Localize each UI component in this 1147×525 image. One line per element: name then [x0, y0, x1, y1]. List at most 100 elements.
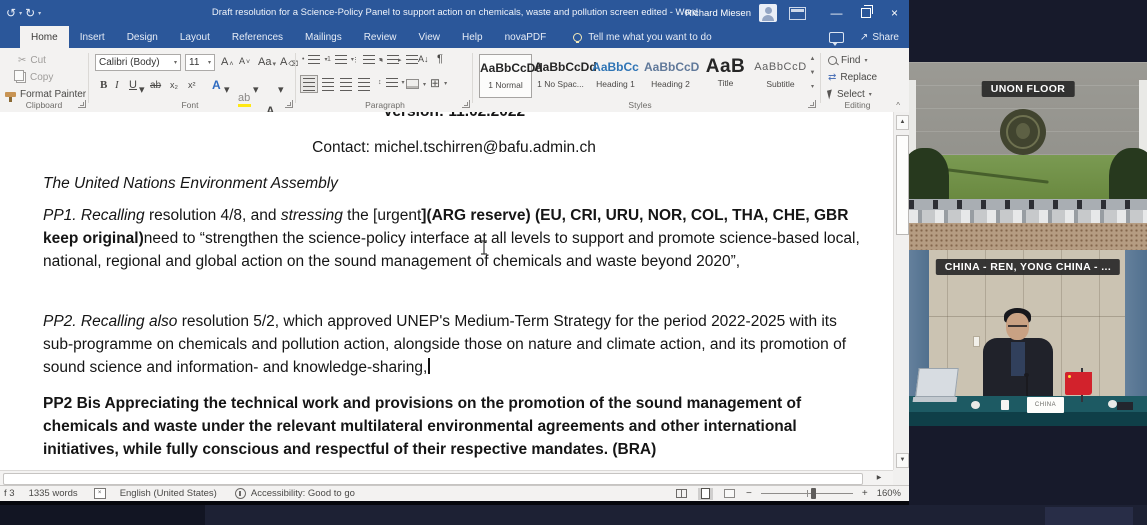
zoom-level[interactable]: 160%	[877, 488, 901, 499]
show-marks-button[interactable]: ¶	[437, 53, 443, 65]
copy-button[interactable]: Copy	[16, 72, 53, 83]
zoom-slider[interactable]	[761, 493, 853, 494]
zoom-slider-thumb[interactable]	[811, 488, 816, 499]
align-left-button[interactable]	[301, 76, 317, 92]
vertical-scrollbar[interactable]: ▲ ▼	[893, 112, 909, 470]
undo-icon[interactable]: ↺	[6, 6, 16, 20]
numbering-button[interactable]: 1▾	[327, 55, 354, 64]
print-layout-button[interactable]	[698, 488, 713, 500]
sort-button[interactable]: A↓	[418, 54, 429, 64]
ribbon-display-options-icon[interactable]	[789, 7, 806, 20]
font-size-select[interactable]: 11▾	[185, 54, 215, 71]
close-button[interactable]: ×	[880, 0, 909, 26]
tab-design[interactable]: Design	[116, 26, 169, 48]
styles-dialog-launcher-icon[interactable]	[808, 100, 816, 108]
line-spacing-button[interactable]: ↕▾	[378, 78, 405, 87]
word-count[interactable]: 1335 words	[29, 488, 78, 499]
tab-view[interactable]: View	[408, 26, 452, 48]
scroll-right-icon[interactable]: ▶	[872, 473, 886, 483]
style-subtitle[interactable]: AaBbCcD Subtitle	[754, 54, 807, 98]
tab-novapdf[interactable]: novaPDF	[494, 26, 558, 48]
undo-dropdown-icon[interactable]: ▾	[19, 10, 22, 17]
multilevel-list-button[interactable]: ⋮▾	[352, 55, 382, 64]
format-painter-button[interactable]: Format Painter	[5, 89, 86, 100]
glasses-icon	[1008, 325, 1027, 327]
page-indicator[interactable]: f 3	[4, 488, 15, 499]
decrease-indent-button[interactable]: ◂	[379, 55, 399, 64]
justify-button[interactable]	[358, 78, 370, 91]
tab-references[interactable]: References	[221, 26, 294, 48]
grow-font-button[interactable]: A˄	[221, 56, 233, 68]
font-color-dropdown-icon[interactable]: ▾	[278, 83, 284, 96]
superscript-button[interactable]: x²	[188, 80, 196, 90]
restore-button[interactable]	[851, 0, 880, 26]
increase-indent-button[interactable]: ▸	[398, 55, 418, 64]
subscript-button[interactable]: x₂	[170, 80, 178, 90]
proofing-icon[interactable]: ×	[94, 488, 106, 499]
tab-home[interactable]: Home	[20, 26, 69, 48]
strikethrough-button[interactable]: ab	[150, 80, 161, 91]
find-button[interactable]: Find▾	[828, 55, 867, 66]
share-icon: ↗	[860, 32, 868, 43]
minimize-button[interactable]: —	[822, 0, 851, 26]
wall-screen-right	[1139, 80, 1147, 155]
align-center-button[interactable]	[322, 78, 334, 91]
styles-gallery-more-icon[interactable]: ▾	[806, 83, 819, 92]
zoom-out-button[interactable]: −	[746, 488, 752, 499]
web-layout-button[interactable]	[722, 488, 737, 500]
shrink-font-button[interactable]: A˅	[239, 56, 250, 66]
collapse-ribbon-icon[interactable]: ^	[896, 101, 900, 110]
replace-button[interactable]: ⇄ Replace	[828, 72, 877, 83]
clipboard-dialog-launcher-icon[interactable]	[78, 100, 86, 108]
style-no-spacing[interactable]: AaBbCcDd 1 No Spac...	[534, 54, 587, 98]
horizontal-scroll-thumb[interactable]	[3, 473, 863, 485]
styles-gallery-down-icon[interactable]: ▼	[806, 69, 819, 78]
styles-gallery-up-icon[interactable]: ▲	[806, 55, 819, 64]
account-name[interactable]: Richard Miesen	[685, 8, 751, 19]
vertical-scroll-thumb[interactable]	[896, 135, 909, 235]
underline-button[interactable]: U	[129, 79, 137, 91]
style-title[interactable]: AaB Title	[699, 54, 752, 98]
scroll-up-icon[interactable]: ▲	[896, 115, 909, 130]
style-normal[interactable]: AaBbCcDd 1 Normal	[479, 54, 532, 98]
document-page[interactable]: Version: 11.02.2022 Contact: michel.tsch…	[0, 112, 893, 470]
horizontal-scrollbar[interactable]: ▶	[0, 470, 909, 485]
font-name-select[interactable]: Calibri (Body)▾	[95, 54, 181, 71]
italic-button[interactable]: I	[115, 79, 119, 91]
read-mode-button[interactable]	[674, 488, 689, 500]
scroll-down-icon[interactable]: ▼	[896, 453, 909, 468]
language-indicator[interactable]: English (United States)	[120, 488, 217, 499]
tab-insert[interactable]: Insert	[69, 26, 116, 48]
china-flag-icon	[1065, 372, 1092, 395]
tell-me-box[interactable]: Tell me what you want to do	[573, 26, 711, 48]
align-right-button[interactable]	[340, 78, 352, 91]
borders-button[interactable]: ⊞▾	[430, 76, 447, 90]
tab-review[interactable]: Review	[353, 26, 408, 48]
font-dialog-launcher-icon[interactable]	[285, 100, 293, 108]
text-effects-dropdown-icon[interactable]: ▾	[224, 83, 230, 96]
un-emblem-icon	[1000, 109, 1046, 155]
underline-dropdown-icon[interactable]: ▾	[139, 83, 145, 96]
paragraph-dialog-launcher-icon[interactable]	[462, 100, 470, 108]
style-heading-1[interactable]: AaBbCc Heading 1	[589, 54, 642, 98]
tab-layout[interactable]: Layout	[169, 26, 221, 48]
qat-customize-icon[interactable]: ▾	[38, 10, 41, 17]
comments-icon[interactable]	[829, 32, 844, 43]
style-heading-2[interactable]: AaBbCcD Heading 2	[644, 54, 697, 98]
share-button[interactable]: ↗ Share	[860, 32, 899, 43]
accessibility-status[interactable]: Accessibility: Good to go	[251, 488, 355, 499]
redo-icon[interactable]: ↻	[25, 6, 35, 20]
highlight-dropdown-icon[interactable]: ▾	[253, 83, 259, 96]
tab-help[interactable]: Help	[451, 26, 494, 48]
select-button[interactable]: Select▾	[828, 89, 872, 100]
tab-mailings[interactable]: Mailings	[294, 26, 353, 48]
cut-button[interactable]: ✂ Cut	[18, 55, 46, 66]
change-case-button[interactable]: Aa▾	[258, 56, 276, 68]
shading-icon	[406, 79, 419, 89]
bullets-button[interactable]: •▾	[302, 55, 327, 64]
bold-button[interactable]: B	[100, 79, 107, 91]
doc-paragraph-pp1: PP1. Recalling resolution 4/8, and stres…	[43, 204, 865, 273]
avatar[interactable]	[759, 4, 777, 22]
zoom-in-button[interactable]: +	[862, 488, 868, 499]
shading-button[interactable]: ▾	[406, 79, 426, 89]
